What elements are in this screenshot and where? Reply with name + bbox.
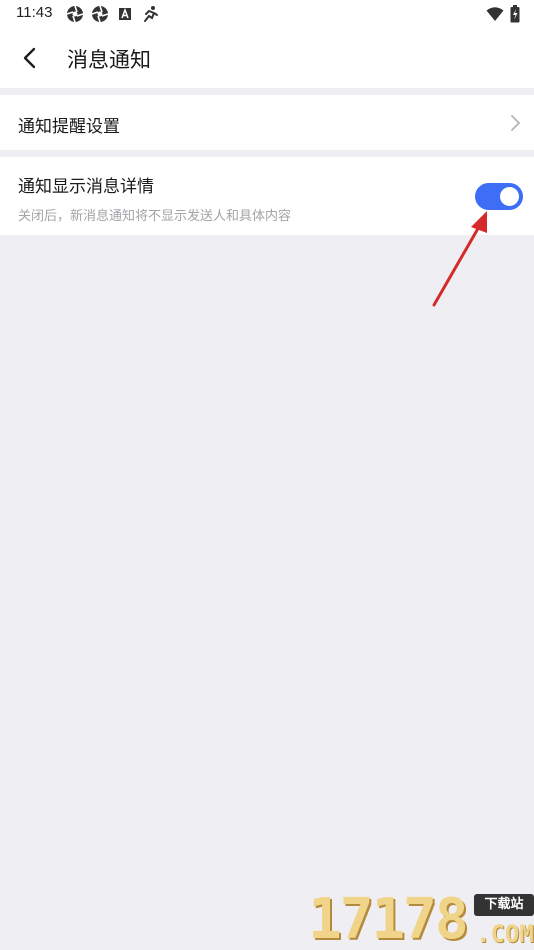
- status-system-icons: [486, 5, 520, 27]
- show-details-label: 通知显示消息详情: [18, 177, 154, 197]
- a-box-icon: [116, 5, 134, 23]
- notification-reminder-settings-row[interactable]: 通知提醒设置: [0, 95, 534, 150]
- aperture-icon: [66, 5, 84, 23]
- status-notification-icons: [66, 5, 159, 23]
- battery-charging-icon: [510, 5, 520, 27]
- watermark-badge: 下载站: [474, 894, 534, 916]
- toggle-knob: [500, 187, 519, 206]
- watermark-suffix: .COM: [476, 920, 534, 948]
- page-title: 消息通知: [67, 48, 151, 72]
- back-arrow-icon[interactable]: [18, 45, 44, 71]
- annotation-arrow-icon: [432, 211, 487, 307]
- watermark-digits: 17178: [308, 887, 469, 950]
- status-time: 11:43: [16, 4, 53, 21]
- show-details-description: 关闭后，新消息通知将不显示发送人和具体内容: [18, 209, 292, 224]
- running-icon: [141, 5, 159, 23]
- status-bar: 11:43: [0, 0, 534, 28]
- watermark-logo: 17178 下载站 .COM: [308, 890, 534, 950]
- reminder-settings-label: 通知提醒设置: [18, 117, 120, 137]
- chevron-right-icon: [508, 113, 522, 133]
- notification-settings-screen: 11:43 消息通知 通知提醒设置 通知显示消息详情 关闭后，新消息通知将不显示…: [0, 0, 534, 950]
- wifi-icon: [486, 6, 504, 26]
- aperture-icon: [91, 5, 109, 23]
- app-header: 消息通知: [0, 28, 534, 88]
